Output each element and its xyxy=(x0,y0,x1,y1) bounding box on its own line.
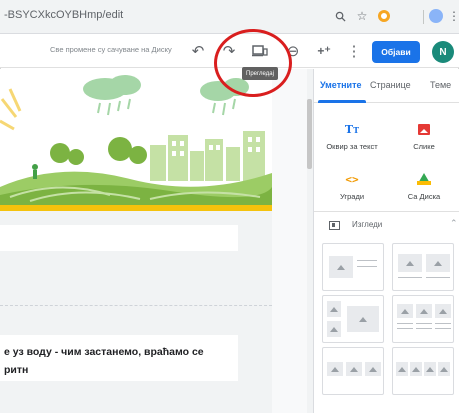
menu-kebab-icon[interactable]: ⋮ xyxy=(446,8,459,24)
layout-option-5[interactable] xyxy=(322,347,384,395)
drive-icon xyxy=(417,169,431,189)
layout-option-3[interactable] xyxy=(322,295,384,343)
highlight-circle xyxy=(214,29,292,97)
layouts-header[interactable]: Изгледи ⌃ xyxy=(314,212,459,236)
avatar[interactable]: N xyxy=(432,41,454,63)
layout-option-4[interactable] xyxy=(392,295,454,343)
layouts-icon xyxy=(329,221,340,230)
content-block[interactable] xyxy=(0,225,238,251)
layout-option-1[interactable] xyxy=(322,243,384,291)
extension-icon[interactable] xyxy=(376,8,392,24)
insert-text-box[interactable]: TT Оквир за текст xyxy=(316,115,388,161)
editor-canvas: е уз воду - чим застанемо, враћамо се ри… xyxy=(0,69,313,413)
browser-url-bar: -BSYCXkcOYBHmp/edit ☆ ⋮ xyxy=(0,0,459,34)
section-divider xyxy=(0,305,272,306)
tab-insert[interactable]: Уметните xyxy=(320,80,361,90)
tab-themes[interactable]: Теме xyxy=(430,80,451,90)
saved-status: Све промене су сачуване на Диску xyxy=(50,45,172,54)
collapse-icon[interactable]: ⌃ xyxy=(450,218,458,229)
undo-icon[interactable]: ↶ xyxy=(188,41,208,61)
images-icon xyxy=(418,119,430,139)
embed-icon: <> xyxy=(345,172,359,186)
panel-tabs: Уметните Странице Теме xyxy=(314,69,459,103)
canvas-scroll-thumb[interactable] xyxy=(307,99,312,169)
insert-from-drive-label: Са Диска xyxy=(407,192,441,201)
insert-images[interactable]: Слике xyxy=(388,115,459,161)
insert-from-drive[interactable]: Са Диска xyxy=(388,165,459,211)
insert-embed-label: Угради xyxy=(339,192,365,201)
zoom-icon[interactable] xyxy=(332,8,348,24)
bookmark-star-icon[interactable]: ☆ xyxy=(354,8,370,24)
publish-button[interactable]: Објави xyxy=(372,41,420,63)
text-line-2: ритн xyxy=(4,364,29,376)
layout-option-6[interactable] xyxy=(392,347,454,395)
text-box-icon: TT xyxy=(344,122,360,136)
layout-option-2[interactable] xyxy=(392,243,454,291)
layouts-label: Изгледи xyxy=(352,220,383,229)
text-line-1: е уз воду - чим застанемо, враћамо се xyxy=(4,346,204,358)
tab-pages[interactable]: Странице xyxy=(370,80,411,90)
url-text[interactable]: -BSYCXkcOYBHmp/edit xyxy=(4,9,123,21)
insert-panel: Уметните Странице Теме TT Оквир за текст… xyxy=(313,69,459,413)
share-icon[interactable]: +⁺ xyxy=(314,41,334,61)
app-window: -BSYCXkcOYBHmp/edit ☆ ⋮ Све промене су с… xyxy=(0,0,459,413)
insert-text-box-label: Оквир за текст xyxy=(326,142,378,151)
more-options-icon[interactable]: ⋮ xyxy=(344,41,364,61)
insert-images-label: Слике xyxy=(413,142,435,151)
active-tab-indicator xyxy=(318,100,366,103)
insert-embed[interactable]: <> Угради xyxy=(316,165,388,211)
extension-2-icon[interactable] xyxy=(428,8,444,24)
url-separator xyxy=(423,10,424,24)
text-box[interactable]: е уз воду - чим застанемо, враћамо се ри… xyxy=(0,335,238,381)
